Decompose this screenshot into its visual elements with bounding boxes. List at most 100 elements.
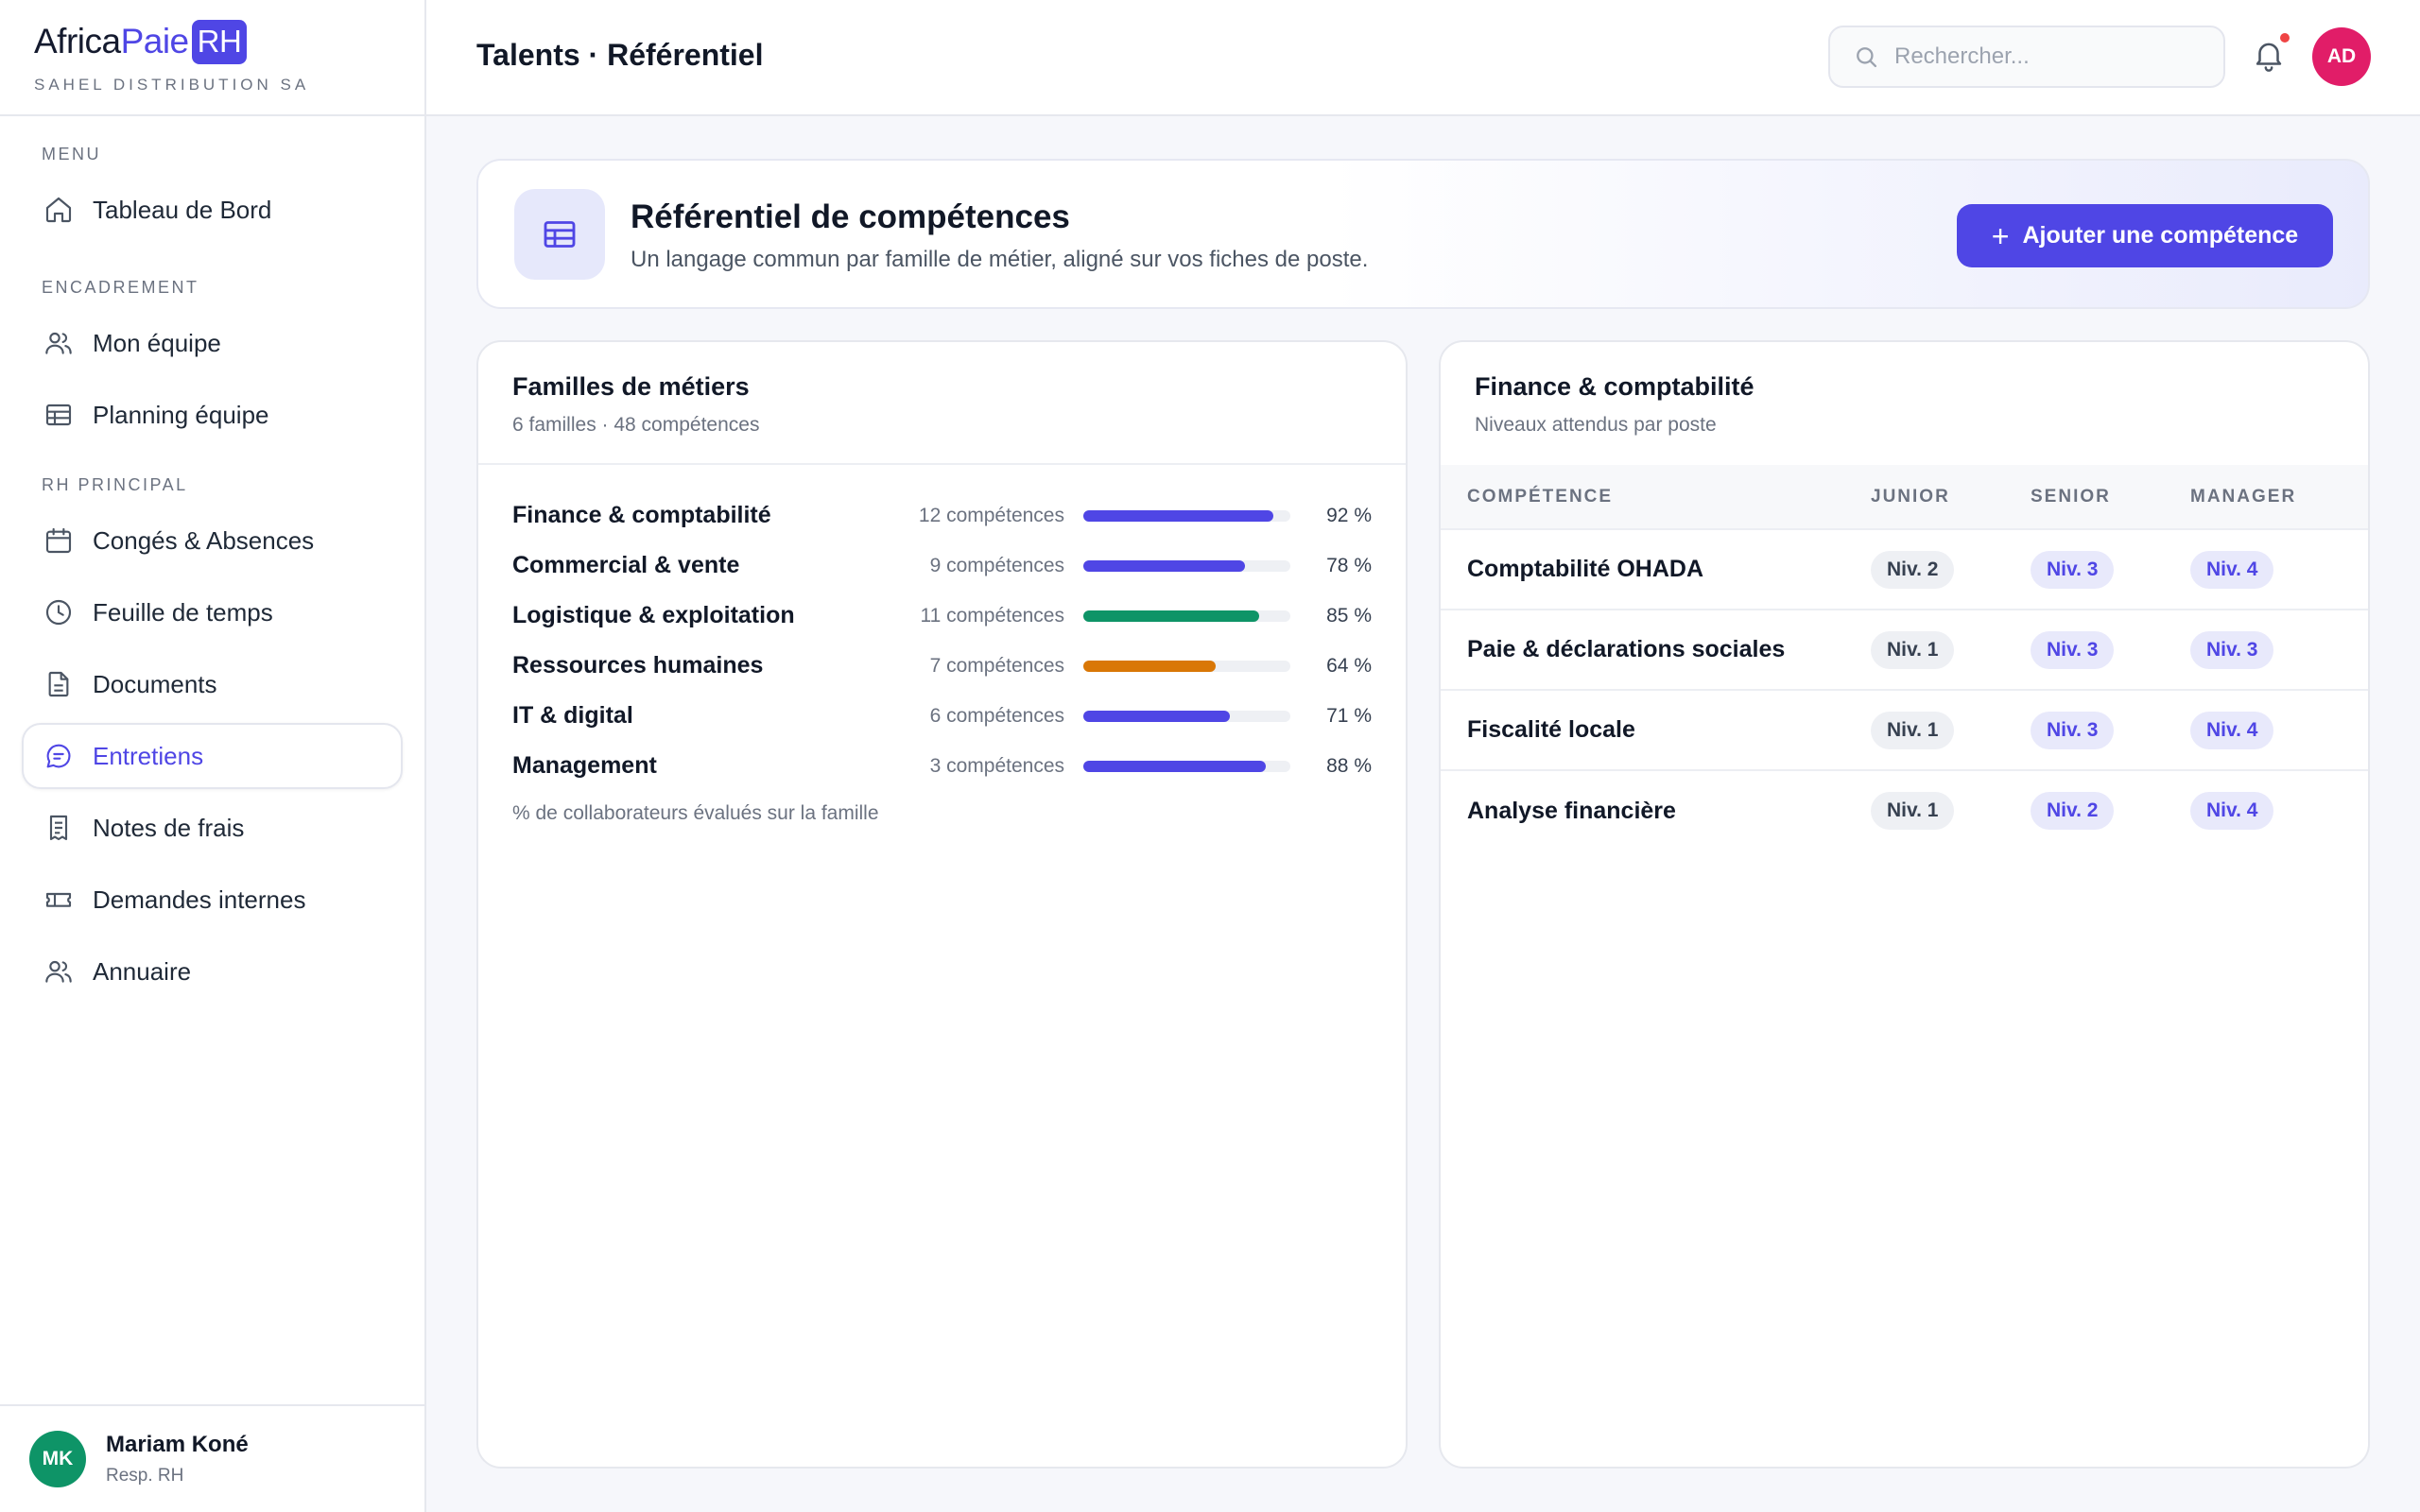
family-progress-track — [1083, 710, 1290, 722]
calendar-icon — [43, 525, 74, 556]
logo-text-paie: Paie — [120, 22, 190, 60]
add-competence-button[interactable]: + Ajouter une compétence — [1957, 204, 2333, 267]
competence-name: Paie & déclarations sociales — [1441, 610, 1871, 691]
chat-icon — [43, 741, 74, 771]
family-row[interactable]: Finance & comptabilité 12 compétences 92… — [512, 490, 1372, 541]
family-name: Finance & comptabilité — [512, 502, 771, 528]
family-row[interactable]: Logistique & exploitation 11 compétences… — [512, 591, 1372, 641]
family-progress-fill — [1083, 660, 1217, 672]
sidebar-item-demandes-internes[interactable]: Demandes internes — [22, 867, 403, 933]
column-header-manager[interactable]: MANAGER — [2190, 465, 2368, 530]
avatar[interactable]: AD — [2312, 27, 2371, 86]
competence-name: Comptabilité OHADA — [1441, 529, 1871, 610]
family-row[interactable]: Ressources humaines 7 compétences 64 % — [512, 641, 1372, 691]
table-row[interactable]: Paie & déclarations sociales Niv. 1 Niv.… — [1441, 610, 2368, 691]
level-cell-manager: Niv. 3 — [2190, 610, 2368, 691]
sidebar-item-notes-de-frais[interactable]: Notes de frais — [22, 795, 403, 861]
families-subtitle: 6 familles · 48 compétences — [512, 414, 760, 436]
family-percent: 78 % — [1326, 554, 1372, 576]
sidebar-item-planning-equipe[interactable]: Planning équipe — [22, 382, 403, 448]
sidebar-item-label: Annuaire — [93, 956, 192, 986]
level-cell-junior: Niv. 2 — [1871, 529, 2031, 610]
sidebar-item-label: Planning équipe — [93, 400, 269, 429]
column-header-junior[interactable]: JUNIOR — [1871, 465, 2031, 530]
level-badge: Niv. 1 — [1871, 792, 1955, 830]
topbar: Talents · Référentiel AD — [426, 0, 2420, 116]
current-user[interactable]: MK Mariam Koné Resp. RH — [0, 1404, 424, 1512]
app-logo[interactable]: Africa Paie RH — [34, 17, 424, 66]
users-icon — [43, 956, 74, 987]
table-row[interactable]: Analyse financière Niv. 1 Niv. 2 Niv. 4 — [1441, 770, 2368, 850]
sidebar-item-conges-absences[interactable]: Congés & Absences — [22, 507, 403, 574]
families-title: Familles de métiers — [512, 372, 750, 401]
sidebar-item-label: Tableau de Bord — [93, 195, 272, 224]
family-progress-track — [1083, 760, 1290, 772]
sidebar-item-mon-equipe[interactable]: Mon équipe — [22, 310, 403, 376]
family-progress-track — [1083, 610, 1290, 622]
table-icon — [43, 400, 74, 430]
level-badge: Niv. 1 — [1871, 711, 1955, 749]
table-icon — [514, 189, 605, 280]
family-name: IT & digital — [512, 702, 633, 729]
level-badge: Niv. 1 — [1871, 630, 1955, 669]
sidebar-item-annuaire[interactable]: Annuaire — [22, 938, 403, 1005]
sidebar-item-label: Entretiens — [93, 741, 204, 770]
home-icon — [43, 195, 74, 225]
level-cell-junior: Niv. 1 — [1871, 610, 2031, 691]
family-count: 11 compétences — [920, 604, 1064, 627]
level-cell-manager: Niv. 4 — [2190, 770, 2368, 850]
family-percent: 85 % — [1326, 604, 1372, 627]
family-count: 12 compétences — [918, 504, 1064, 526]
families-list: Finance & comptabilité 12 compétences 92… — [478, 465, 1406, 825]
add-competence-label: Ajouter une compétence — [2022, 222, 2299, 249]
sidebar-item-label: Demandes internes — [93, 885, 306, 914]
hero-title: Référentiel de compétences — [631, 198, 1070, 235]
sidebar-item-documents[interactable]: Documents — [22, 651, 403, 717]
level-cell-senior: Niv. 3 — [2031, 690, 2190, 771]
family-progress-fill — [1083, 610, 1260, 622]
family-name: Management — [512, 752, 657, 779]
brand: Africa Paie RH SAHEL DISTRIBUTION SA — [0, 0, 424, 116]
level-cell-junior: Niv. 1 — [1871, 770, 2031, 850]
ticket-icon — [43, 885, 74, 915]
family-row[interactable]: Management 3 compétences 88 % — [512, 741, 1372, 791]
level-badge: Niv. 4 — [2190, 711, 2274, 749]
level-badge: Niv. 3 — [2031, 711, 2115, 749]
table-row[interactable]: Comptabilité OHADA Niv. 2 Niv. 3 Niv. 4 — [1441, 529, 2368, 610]
user-info: Mariam Koné Resp. RH — [106, 1432, 249, 1486]
family-progress-fill — [1083, 509, 1274, 522]
level-badge: Niv. 2 — [1871, 550, 1955, 589]
families-footnote: % de collaborateurs évalués sur la famil… — [512, 802, 879, 824]
family-name: Commercial & vente — [512, 552, 740, 578]
family-progress-fill — [1083, 559, 1245, 572]
family-percent: 88 % — [1326, 754, 1372, 777]
family-row[interactable]: Commercial & vente 9 compétences 78 % — [512, 541, 1372, 591]
level-badge: Niv. 3 — [2190, 630, 2274, 669]
family-row[interactable]: IT & digital 6 compétences 71 % — [512, 691, 1372, 741]
user-role: Resp. RH — [106, 1466, 184, 1486]
search-box[interactable] — [1828, 26, 2225, 88]
column-header-competence[interactable]: COMPÉTENCE — [1441, 465, 1871, 530]
search-input[interactable] — [1894, 43, 2206, 70]
company-name: SAHEL DISTRIBUTION SA — [34, 76, 310, 94]
sidebar-item-label: Feuille de temps — [93, 597, 273, 627]
section-label-rh-principal: RH PRINCIPAL — [42, 475, 188, 494]
sidebar-item-entretiens[interactable]: Entretiens — [22, 723, 403, 789]
search-icon — [1853, 43, 1879, 70]
family-progress-fill — [1083, 760, 1266, 772]
page-title: Talents · Référentiel — [476, 38, 764, 72]
family-percent: 92 % — [1326, 504, 1372, 526]
hero-subtitle: Un langage commun par famille de métier,… — [631, 247, 1369, 272]
family-progress-track — [1083, 559, 1290, 572]
table-header-row: COMPÉTENCE JUNIOR SENIOR MANAGER — [1441, 465, 2368, 530]
table-row[interactable]: Fiscalité locale Niv. 1 Niv. 3 Niv. 4 — [1441, 690, 2368, 771]
avatar: MK — [29, 1431, 86, 1487]
family-name: Logistique & exploitation — [512, 602, 795, 628]
competences-card-header: Finance & comptabilité Niveaux attendus … — [1441, 342, 2368, 465]
plus-icon: + — [1991, 218, 2010, 253]
sidebar-item-label: Notes de frais — [93, 813, 245, 842]
sidebar-item-feuille-de-temps[interactable]: Feuille de temps — [22, 579, 403, 645]
column-header-senior[interactable]: SENIOR — [2031, 465, 2190, 530]
sidebar-item-tableau-de-bord[interactable]: Tableau de Bord — [22, 177, 403, 243]
level-cell-senior: Niv. 2 — [2031, 770, 2190, 850]
